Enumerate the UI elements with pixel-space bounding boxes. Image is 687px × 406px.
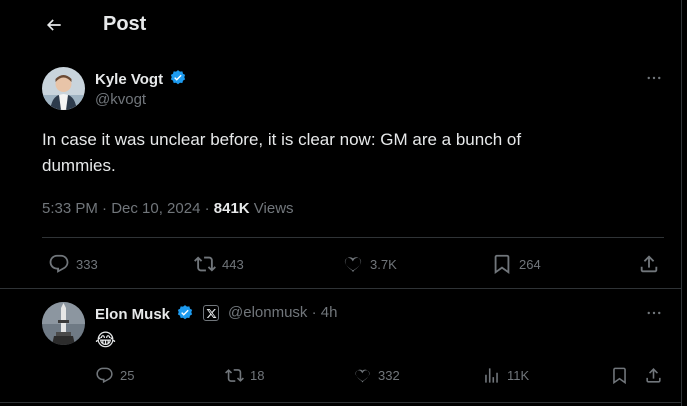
divider-top	[42, 237, 664, 238]
more-horizontal-icon	[647, 311, 661, 315]
divider-full	[0, 288, 682, 289]
reply-button[interactable]: 333	[48, 253, 98, 275]
analytics-icon	[485, 368, 498, 383]
avatar-elon[interactable]	[42, 302, 85, 345]
share-icon	[640, 255, 658, 273]
more-horizontal-icon	[647, 76, 661, 80]
views-label: Views	[249, 200, 294, 217]
reply-text: 😂	[95, 330, 117, 350]
divider-bottom	[0, 402, 682, 403]
repost-icon	[225, 369, 244, 382]
repost-button[interactable]: 443	[194, 253, 244, 275]
header-bar: Post	[0, 0, 682, 50]
timeline-column: Post Kyle Vogt @kvogt In case it was unc…	[0, 0, 682, 406]
repost-icon	[194, 256, 216, 272]
page-title: Post	[103, 13, 147, 35]
reply-reply-button[interactable]: 25	[95, 366, 134, 385]
bookmark-icon	[613, 367, 626, 385]
back-button[interactable]	[38, 9, 70, 41]
author-handle[interactable]: @kvogt	[95, 91, 146, 108]
share-icon	[646, 368, 661, 383]
reply-like-button[interactable]: 332	[353, 366, 400, 385]
heart-icon	[344, 257, 362, 273]
reply-author-name[interactable]: Elon Musk	[95, 304, 194, 323]
bookmark-button[interactable]: 264	[491, 253, 541, 275]
reply-repost-button[interactable]: 18	[225, 366, 264, 385]
reply-bookmark-button[interactable]	[610, 366, 629, 385]
verified-badge-icon	[178, 305, 193, 320]
post-text: In case it was unclear before, it is cle…	[42, 127, 642, 179]
avatar-kyle[interactable]	[42, 67, 85, 110]
reply-icon	[96, 367, 113, 384]
post-text-line-1: In case it was unclear before, it is cle…	[42, 130, 522, 149]
reply-share-button[interactable]	[644, 366, 663, 385]
like-button[interactable]: 3.7K	[342, 253, 397, 275]
views-count: 841K	[213, 200, 250, 217]
post-timestamp[interactable]: 5:33 PM · Dec 10, 2024 ·	[42, 200, 214, 217]
share-button[interactable]	[638, 253, 660, 275]
reply-more-options-button[interactable]	[644, 303, 664, 323]
reply-icon	[49, 254, 69, 273]
bookmark-icon	[494, 254, 510, 275]
post-text-line-2: dummies.	[42, 156, 116, 175]
x-affiliation-badge-icon[interactable]	[203, 305, 219, 321]
post-meta: 5:33 PM · Dec 10, 2024 · 841K Views	[42, 200, 294, 217]
reply-views-button[interactable]: 11K	[482, 366, 529, 385]
author-name[interactable]: Kyle Vogt	[95, 69, 187, 88]
arrow-left-icon	[46, 19, 61, 31]
reply-author-handle[interactable]: @elonmusk · 4h	[228, 304, 337, 321]
heart-icon	[355, 369, 370, 383]
more-options-button[interactable]	[644, 68, 664, 88]
verified-badge-icon	[171, 70, 186, 85]
